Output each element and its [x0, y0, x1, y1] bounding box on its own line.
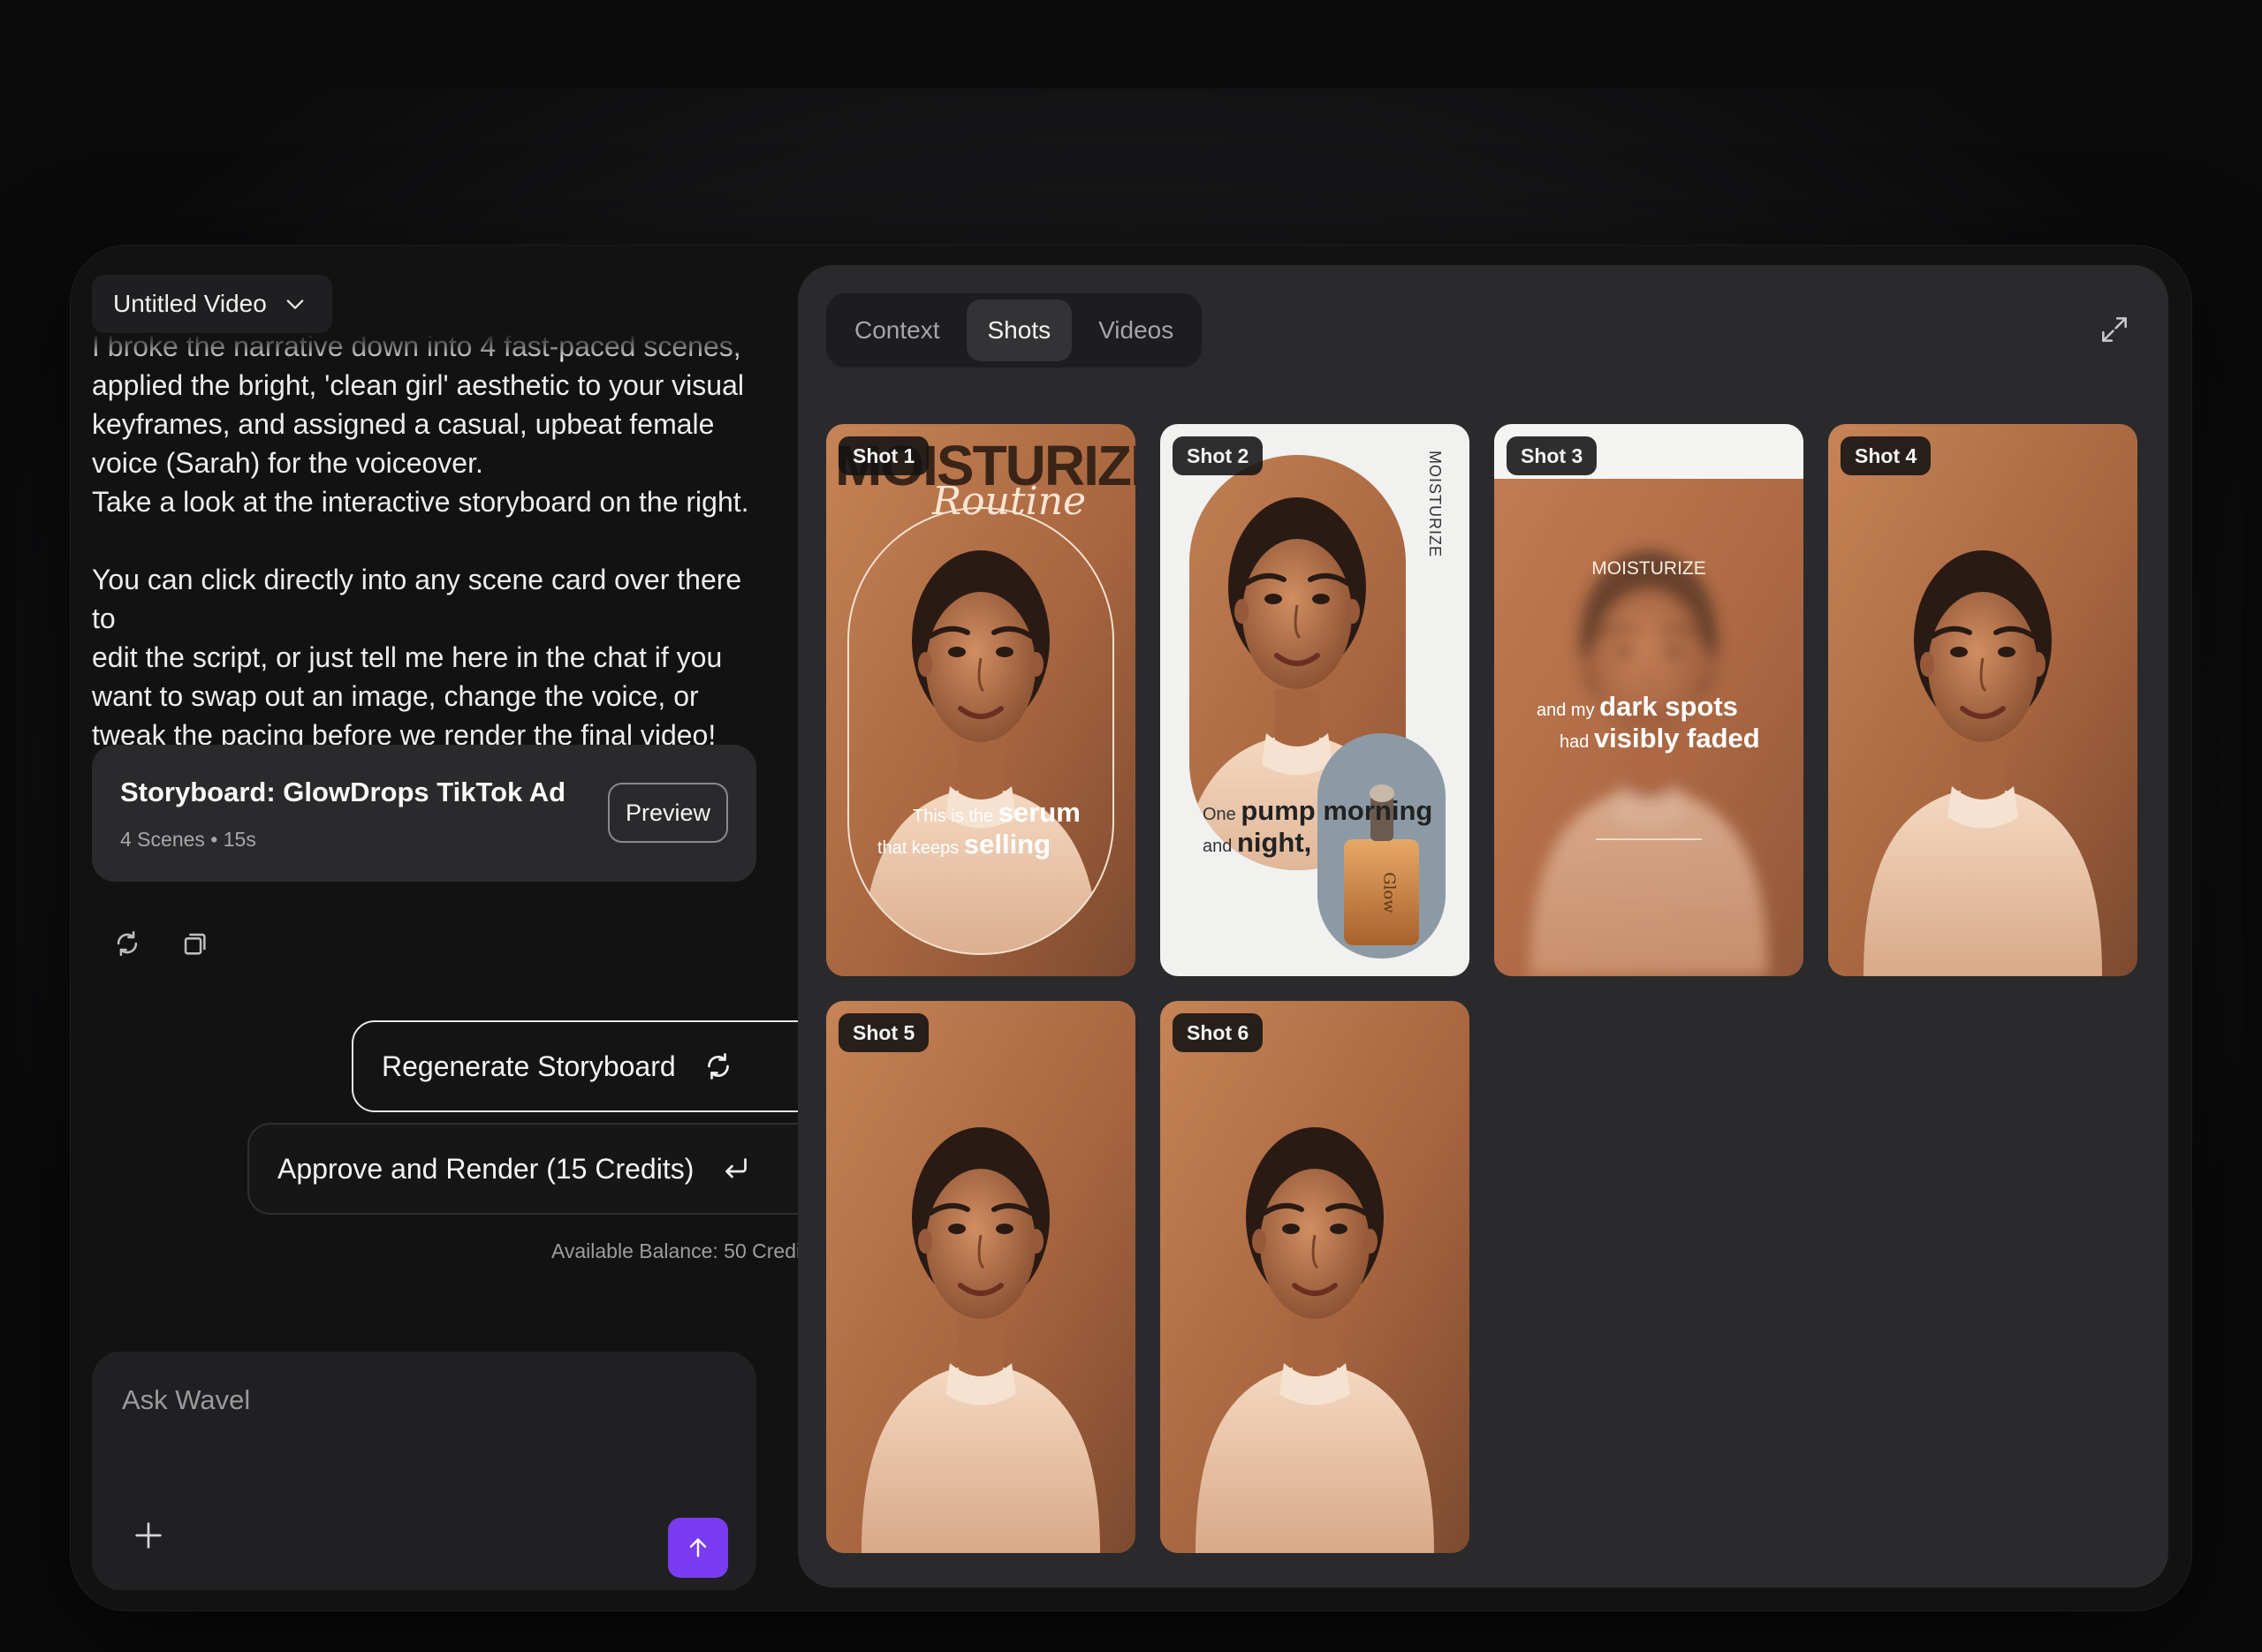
caption-small: had — [1560, 732, 1590, 752]
assistant-message: I broke the narrative down into 4 fast-p… — [92, 330, 749, 751]
shot-3-caption-line1: and my dark spots — [1537, 691, 1738, 723]
expand-icon[interactable] — [2098, 313, 2131, 346]
video-title: Untitled Video — [113, 290, 267, 317]
caption-big: night, — [1236, 827, 1312, 858]
video-title-dropdown[interactable]: Untitled Video — [92, 275, 332, 333]
shot-1-caption-line2: that keeps selling — [877, 829, 1051, 860]
caption-small: and — [1203, 837, 1233, 856]
shot-card-5[interactable]: Shot 5 — [826, 1001, 1135, 1553]
caption-small: This is the — [913, 807, 994, 826]
shot-badge: Shot 2 — [1173, 436, 1264, 475]
tab-videos[interactable]: Videos — [1077, 299, 1195, 361]
shot-card-2[interactable]: MOISTURIZE One pump morning and night, G… — [1160, 424, 1469, 976]
preview-button[interactable]: Preview — [608, 783, 728, 843]
app-window: I broke the narrative down into 4 fast-p… — [71, 246, 2191, 1610]
storyboard-card[interactable]: Storyboard: GlowDrops TikTok Ad 4 Scenes… — [92, 745, 756, 882]
storyboard-title: Storyboard: GlowDrops TikTok Ad — [120, 777, 566, 807]
shot-badge: Shot 1 — [839, 436, 930, 475]
shot-3-caption-line2: had visibly faded — [1560, 723, 1760, 754]
storyboard-panel: Context Shots Videos MOISTURIZE Routine … — [798, 265, 2168, 1588]
shot-5-image — [826, 1001, 1135, 1553]
shot-4-image — [1828, 424, 2137, 976]
shot-badge: Shot 4 — [1841, 436, 1932, 475]
regenerate-label: Regenerate Storyboard — [382, 1050, 676, 1082]
chat-composer — [92, 1352, 756, 1590]
bottle-label: Glow — [1379, 872, 1399, 913]
copy-icon — [184, 933, 206, 955]
caption-big: visibly faded — [1593, 723, 1760, 754]
return-icon — [725, 1158, 748, 1178]
caption-big: serum — [998, 797, 1081, 828]
caption-big: pump morning — [1241, 795, 1433, 826]
caption-big: selling — [963, 829, 1051, 860]
retry-button[interactable] — [110, 926, 145, 961]
shot-badge: Shot 3 — [1507, 436, 1598, 475]
shot-1-caption-line1: This is the serum — [913, 797, 1081, 829]
refresh-icon — [117, 930, 138, 957]
regenerate-storyboard-button[interactable]: Regenerate Storyboard — [352, 1020, 820, 1112]
view-tabs: Context Shots Videos — [826, 293, 1203, 368]
shot-2-caption-line1: One pump morning — [1203, 795, 1432, 827]
shot-2-caption-line2: and night, — [1203, 827, 1311, 859]
plus-icon[interactable] — [131, 1518, 166, 1553]
storyboard-meta: 4 Scenes • 15s — [120, 828, 256, 851]
credit-balance: Available Balance: 50 Credits — [550, 1239, 816, 1262]
shot-card-3[interactable]: MOISTURIZE and my dark spots had visibly… — [1494, 424, 1803, 976]
send-button[interactable] — [668, 1518, 728, 1578]
scroll-fade — [92, 334, 781, 360]
shot-card-1[interactable]: MOISTURIZE Routine This is the serum tha… — [826, 424, 1135, 976]
shot-badge: Shot 5 — [839, 1013, 930, 1052]
refresh-icon — [707, 1053, 729, 1080]
caption-big: dark spots — [1599, 691, 1738, 722]
shot-2-vertical-text: MOISTURIZE — [1426, 451, 1444, 557]
shot-3-headline: MOISTURIZE — [1591, 558, 1706, 579]
shot-1-script: Routine — [932, 479, 1087, 524]
arrow-up-icon — [689, 1538, 707, 1557]
chevron-down-icon — [286, 299, 304, 309]
shot-card-6[interactable]: Shot 6 — [1160, 1001, 1469, 1553]
caption-small: One — [1203, 805, 1236, 824]
shot-2-image — [1160, 424, 1469, 976]
tab-context[interactable]: Context — [833, 299, 961, 361]
shot-card-4[interactable]: Shot 4 — [1828, 424, 2137, 976]
copy-button[interactable] — [177, 926, 212, 961]
approve-render-button[interactable]: Approve and Render (15 Credits) — [247, 1123, 820, 1215]
tab-shots[interactable]: Shots — [966, 299, 1073, 361]
caption-small: that keeps — [877, 838, 960, 858]
caption-small: and my — [1537, 701, 1595, 720]
shot-6-image — [1160, 1001, 1469, 1553]
shot-badge: Shot 6 — [1173, 1013, 1264, 1052]
ask-input[interactable] — [120, 1378, 725, 1422]
approve-label: Approve and Render (15 Credits) — [277, 1152, 695, 1185]
